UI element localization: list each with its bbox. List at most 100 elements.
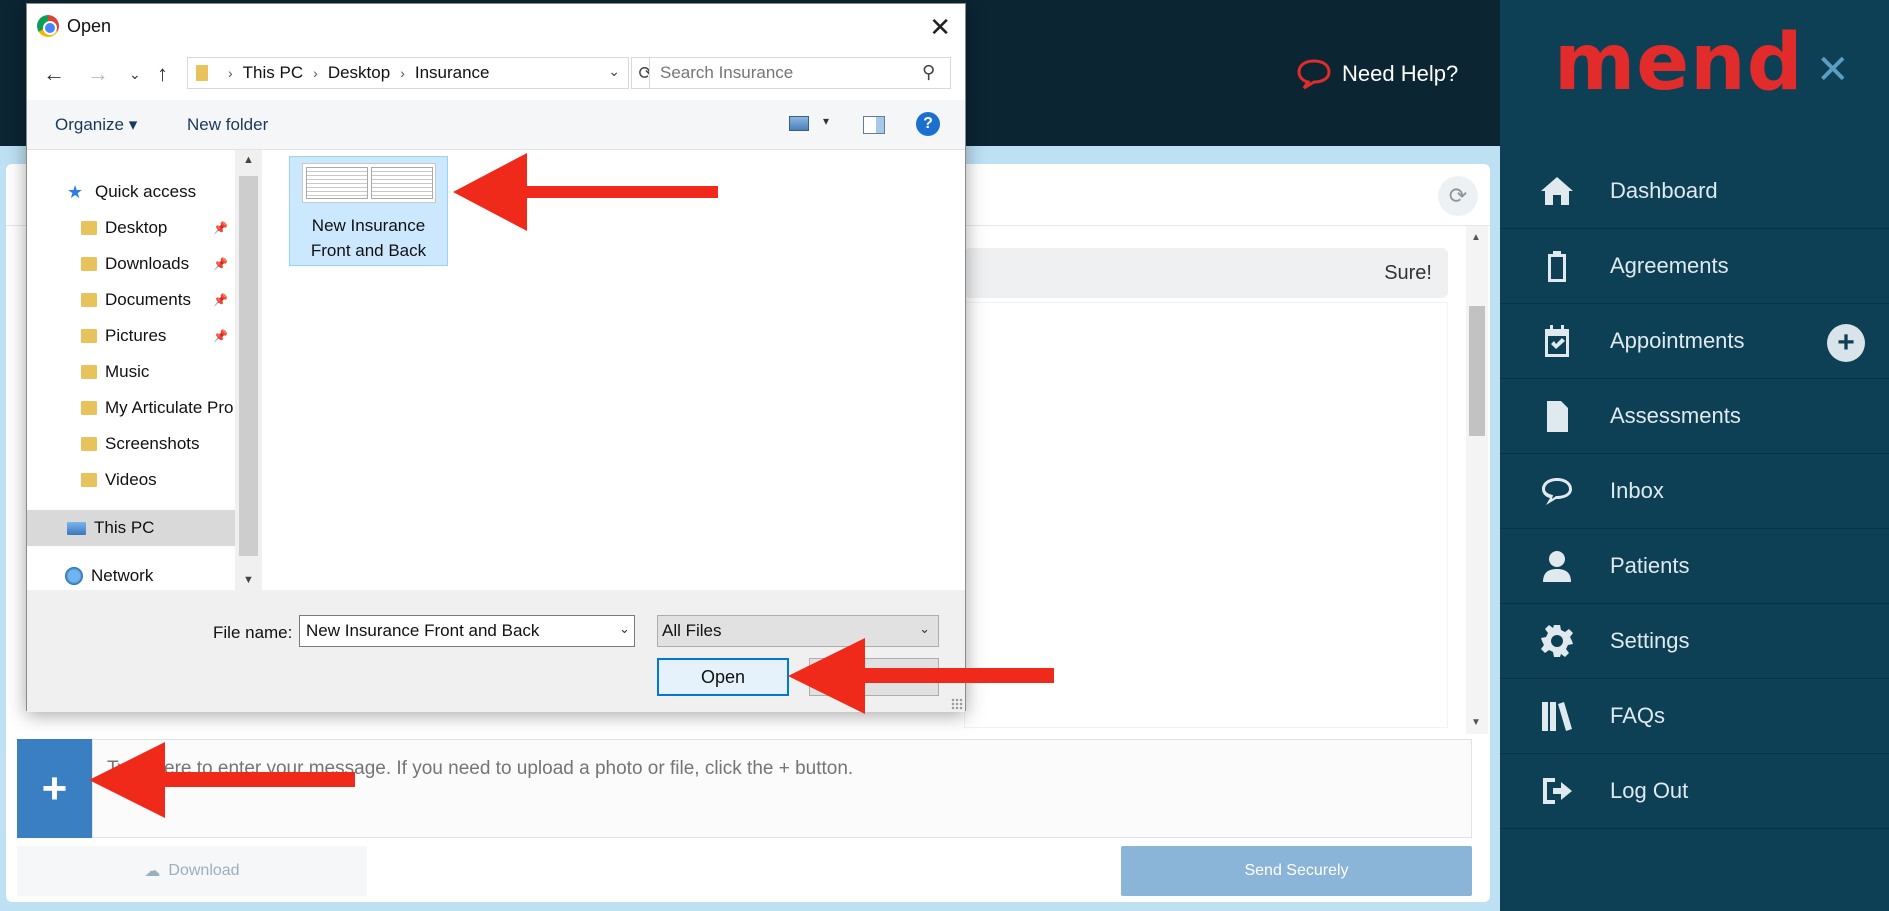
- sidebar-nav: Dashboard Agreements Appointments + Asse…: [1500, 154, 1889, 829]
- back-arrow-icon[interactable]: ←: [43, 61, 65, 87]
- chevron-down-icon[interactable]: ⌄: [619, 621, 630, 637]
- sidebar-item-agreements[interactable]: Agreements: [1500, 229, 1889, 304]
- send-label: Send Securely: [1244, 862, 1349, 879]
- sidebar-item-label: Log Out: [1610, 778, 1689, 803]
- tree-item-screenshots[interactable]: Screenshots: [27, 426, 235, 462]
- breadcrumb-insurance[interactable]: Insurance: [415, 63, 490, 83]
- tree-item-label: Network: [91, 566, 154, 585]
- sidebar-item-faqs[interactable]: FAQs: [1500, 679, 1889, 754]
- tree-item-documents[interactable]: Documents 📌: [27, 282, 235, 318]
- dialog-toolbar: Organize ▾ New folder ▾ ?: [27, 100, 965, 150]
- sidebar-item-inbox[interactable]: Inbox: [1500, 454, 1889, 529]
- tree-item-videos[interactable]: Videos: [27, 462, 235, 498]
- tree-item-label: Downloads: [105, 254, 190, 273]
- forward-arrow-icon[interactable]: →: [87, 61, 109, 87]
- dialog-title: Open: [67, 15, 112, 36]
- tree-item-label: Music: [105, 362, 150, 381]
- refresh-button[interactable]: ⟳: [1438, 176, 1478, 216]
- open-button[interactable]: Open: [657, 658, 789, 696]
- folder-icon: [81, 473, 97, 487]
- calendar-check-icon: [1532, 323, 1582, 359]
- search-input[interactable]: [649, 57, 951, 89]
- change-view-icon[interactable]: [789, 116, 809, 131]
- network-icon: [65, 567, 83, 585]
- tree-item-label: Pictures: [105, 326, 167, 345]
- plus-icon: +: [41, 763, 68, 813]
- file-name-input[interactable]: [299, 615, 635, 647]
- tree-item-label: Screenshots: [105, 434, 200, 453]
- address-bar[interactable]: › This PC › Desktop › Insurance ⌄: [187, 57, 629, 89]
- up-arrow-icon[interactable]: ↑: [157, 61, 168, 87]
- tree-item-quick-access[interactable]: ★ Quick access: [27, 174, 235, 210]
- chat-scrollbar[interactable]: ▲ ▼: [1466, 226, 1488, 734]
- help-icon[interactable]: ?: [916, 112, 940, 136]
- folder-icon: [81, 257, 97, 271]
- refresh-icon: ⟳: [1448, 183, 1468, 208]
- breadcrumb-this-pc[interactable]: This PC: [243, 63, 303, 83]
- sign-out-icon: [1532, 773, 1582, 809]
- sidebar-item-settings[interactable]: Settings: [1500, 604, 1889, 679]
- close-icon[interactable]: ✕: [1816, 50, 1850, 90]
- need-help-link[interactable]: Need Help?: [1296, 58, 1458, 90]
- chevron-down-icon[interactable]: ⌄: [608, 63, 620, 80]
- sidebar-item-assessments[interactable]: Assessments: [1500, 379, 1889, 454]
- tree-item-network[interactable]: Network: [27, 558, 235, 594]
- scroll-up-icon[interactable]: ▲: [1471, 232, 1481, 243]
- sidebar-item-patients[interactable]: Patients: [1500, 529, 1889, 604]
- tree-item-articulate[interactable]: My Articulate Pro: [27, 390, 235, 426]
- scroll-down-icon[interactable]: ▼: [243, 574, 254, 586]
- preview-pane-icon[interactable]: [863, 116, 885, 134]
- cancel-button[interactable]: [809, 658, 939, 696]
- tree-item-downloads[interactable]: Downloads 📌: [27, 246, 235, 282]
- tree-item-label: Videos: [105, 470, 157, 489]
- recent-dropdown-icon[interactable]: ⌄: [129, 66, 141, 83]
- search-icon[interactable]: ⚲: [922, 62, 935, 83]
- file-name-field-label: File name:: [213, 623, 293, 642]
- resize-grip[interactable]: [951, 698, 963, 710]
- message-text: Sure!: [1384, 262, 1432, 284]
- chevron-right-icon: ›: [313, 65, 318, 81]
- scroll-thumb[interactable]: [239, 176, 258, 556]
- chat-icon: [1532, 473, 1582, 509]
- tree-item-this-pc[interactable]: This PC: [27, 510, 235, 546]
- tree-item-music[interactable]: Music: [27, 354, 235, 390]
- books-icon: [1532, 698, 1582, 734]
- file-thumbnail: [302, 163, 436, 203]
- tree-item-label: Quick access: [95, 182, 197, 201]
- user-icon: [1532, 548, 1582, 584]
- scroll-thumb[interactable]: [1469, 306, 1485, 436]
- chrome-icon: [37, 15, 59, 37]
- tree-item-pictures[interactable]: Pictures 📌: [27, 318, 235, 354]
- sidebar-item-label: Agreements: [1610, 253, 1729, 278]
- chevron-down-icon[interactable]: ▾: [823, 114, 829, 128]
- sidebar-item-appointments[interactable]: Appointments +: [1500, 304, 1889, 379]
- scroll-up-icon[interactable]: ▲: [243, 154, 254, 166]
- sidebar-item-label: Assessments: [1610, 403, 1741, 428]
- file-type-select[interactable]: All Files ⌄: [657, 615, 939, 647]
- scroll-down-icon[interactable]: ▼: [1471, 717, 1481, 728]
- sidebar-item-dashboard[interactable]: Dashboard: [1500, 154, 1889, 229]
- sidebar-item-logout[interactable]: Log Out: [1500, 754, 1889, 829]
- dialog-titlebar: Open ✕: [27, 4, 965, 48]
- download-label: Download: [168, 862, 240, 879]
- navigation-scrollbar[interactable]: ▲ ▼: [235, 150, 262, 590]
- message-input[interactable]: [92, 739, 1472, 838]
- send-securely-button[interactable]: Send Securely: [1121, 846, 1472, 896]
- attach-file-button[interactable]: +: [17, 739, 92, 838]
- new-folder-button[interactable]: New folder: [187, 115, 268, 135]
- tree-item-label: This PC: [94, 518, 155, 537]
- dialog-close-icon[interactable]: ✕: [929, 12, 951, 43]
- folder-icon: [81, 293, 97, 307]
- home-icon: [1532, 173, 1582, 209]
- sidebar-item-label: Appointments: [1610, 328, 1745, 353]
- message-panel: [964, 302, 1448, 728]
- add-appointment-button[interactable]: +: [1827, 324, 1865, 362]
- file-item-insurance[interactable]: New Insurance Front and Back: [289, 156, 448, 266]
- tree-item-desktop[interactable]: Desktop 📌: [27, 210, 235, 246]
- pin-icon: 📌: [213, 329, 228, 343]
- sidebar-item-label: FAQs: [1610, 703, 1666, 728]
- download-button[interactable]: ☁ Download: [17, 846, 367, 896]
- breadcrumb-desktop[interactable]: Desktop: [328, 63, 390, 83]
- organize-button[interactable]: Organize ▾: [55, 115, 137, 135]
- gear-icon: [1532, 623, 1582, 659]
